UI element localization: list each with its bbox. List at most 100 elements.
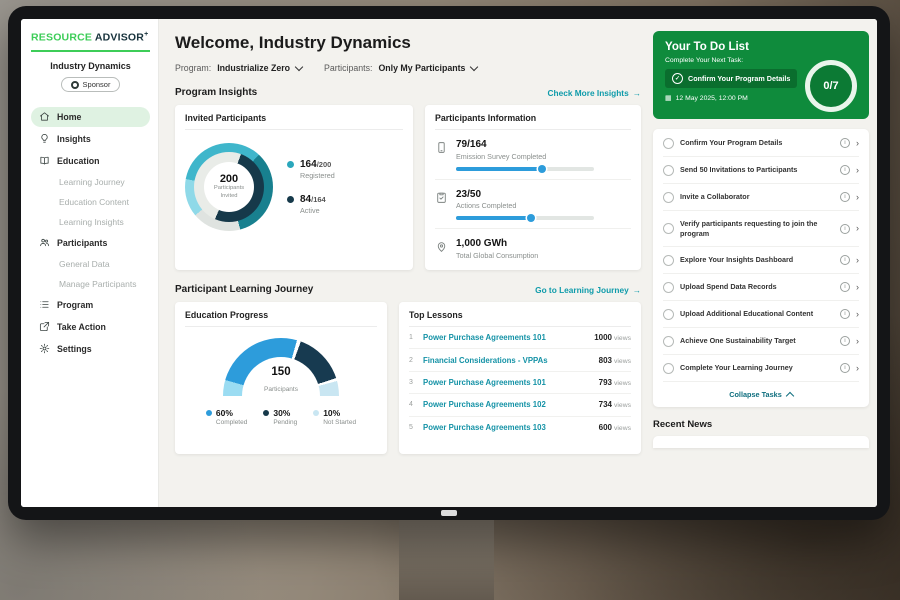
- task-checkbox[interactable]: [663, 336, 674, 347]
- lesson-row: 5 Power Purchase Agreements 103 600views: [409, 417, 631, 438]
- lesson-link[interactable]: Power Purchase Agreements 103: [423, 423, 592, 432]
- chevron-down-icon: [295, 62, 303, 70]
- monitor-bezel: RESOURCE ADVISOR+ Industry Dynamics Spon…: [8, 6, 890, 520]
- legend-dot: [287, 196, 294, 203]
- sidebar-item-label: Program: [57, 300, 93, 310]
- donut-center-label: Participants Invited: [211, 185, 247, 200]
- survey-device-icon: [435, 141, 448, 154]
- info-icon[interactable]: i: [840, 255, 850, 265]
- task-row-upload-spend-data[interactable]: Upload Spend Data Records i ›: [663, 274, 859, 301]
- chevron-right-icon: ›: [856, 337, 859, 346]
- sidebar-item-education[interactable]: Education: [31, 151, 150, 171]
- legend-item-completed: 60% Completed: [206, 408, 247, 426]
- program-insights-title: Program Insights: [175, 87, 257, 98]
- sidebar-item-take-action[interactable]: Take Action: [31, 317, 150, 337]
- task-row-verify-participants[interactable]: Verify participants requesting to join t…: [663, 211, 859, 247]
- arrow-right-icon: →: [633, 285, 641, 295]
- sponsor-badge-label: Sponsor: [83, 80, 111, 89]
- donut-center-value: 200: [220, 173, 238, 185]
- progress-bar: [456, 216, 594, 220]
- lesson-row: 3 Power Purchase Agreements 101 793views: [409, 372, 631, 394]
- task-list-card: Confirm Your Program Details i › Send 50…: [653, 129, 869, 407]
- task-row-confirm-program[interactable]: Confirm Your Program Details i ›: [663, 130, 859, 157]
- clipboard-check-icon: [435, 191, 448, 204]
- go-to-learning-journey-link[interactable]: Go to Learning Journey →: [535, 285, 641, 295]
- stat-actions-completed: 23/50 Actions Completed: [435, 180, 631, 230]
- task-checkbox[interactable]: [663, 282, 674, 293]
- sidebar-item-learning-insights[interactable]: Learning Insights: [31, 212, 150, 231]
- info-icon[interactable]: i: [840, 309, 850, 319]
- sponsor-icon: [71, 81, 79, 89]
- task-checkbox[interactable]: [663, 165, 674, 176]
- sidebar-item-participants[interactable]: Participants: [31, 233, 150, 253]
- legend-item-pending: 30% Pending: [263, 408, 297, 426]
- task-checkbox[interactable]: [663, 192, 674, 203]
- task-checkbox[interactable]: [663, 255, 674, 266]
- sponsor-badge[interactable]: Sponsor: [61, 77, 121, 92]
- logo-text-primary: RESOURCE: [31, 32, 92, 44]
- check-more-insights-link[interactable]: Check More Insights →: [548, 88, 641, 98]
- card-title: Invited Participants: [185, 113, 403, 130]
- sidebar: RESOURCE ADVISOR+ Industry Dynamics Spon…: [21, 19, 159, 507]
- card-title: Top Lessons: [409, 310, 631, 327]
- sidebar-item-general-data[interactable]: General Data: [31, 254, 150, 273]
- task-checkbox[interactable]: [663, 363, 674, 374]
- info-icon[interactable]: i: [840, 165, 850, 175]
- lesson-link[interactable]: Power Purchase Agreements 101: [423, 333, 587, 342]
- info-icon[interactable]: i: [840, 336, 850, 346]
- legend-dot: [206, 410, 212, 416]
- sidebar-item-settings[interactable]: Settings: [31, 339, 150, 359]
- chevron-right-icon: ›: [856, 283, 859, 292]
- org-name: Industry Dynamics: [31, 61, 150, 71]
- lesson-row: 1 Power Purchase Agreements 101 1000view…: [409, 327, 631, 349]
- task-checkbox[interactable]: [663, 223, 674, 234]
- sidebar-item-manage-participants[interactable]: Manage Participants: [31, 274, 150, 293]
- lesson-link[interactable]: Power Purchase Agreements 102: [423, 400, 592, 409]
- lesson-link[interactable]: Power Purchase Agreements 101: [423, 378, 592, 387]
- chevron-right-icon: ›: [856, 139, 859, 148]
- invited-participants-card: Invited Participants 200 Participants In…: [175, 105, 413, 270]
- participants-information-card: Participants Information 79/164 Emission…: [425, 105, 641, 270]
- next-task-pill[interactable]: ✓ Confirm Your Program Details: [665, 69, 797, 88]
- collapse-tasks-link[interactable]: Collapse Tasks: [663, 382, 859, 404]
- sidebar-item-learning-journey[interactable]: Learning Journey: [31, 172, 150, 191]
- info-icon[interactable]: i: [840, 363, 850, 373]
- book-icon: [39, 155, 50, 166]
- info-icon[interactable]: i: [840, 224, 850, 234]
- task-row-explore-insights[interactable]: Explore Your Insights Dashboard i ›: [663, 247, 859, 274]
- task-checkbox[interactable]: [663, 309, 674, 320]
- education-progress-card: Education Progress 150 Participants: [175, 302, 387, 454]
- list-icon: [39, 299, 50, 310]
- info-icon[interactable]: i: [840, 282, 850, 292]
- task-row-complete-learning-journey[interactable]: Complete Your Learning Journey i ›: [663, 355, 859, 382]
- todo-card: Your To Do List Complete Your Next Task:…: [653, 31, 869, 119]
- sidebar-item-education-content[interactable]: Education Content: [31, 192, 150, 211]
- task-checkbox[interactable]: [663, 138, 674, 149]
- sidebar-item-label: Take Action: [57, 322, 106, 332]
- info-icon[interactable]: i: [840, 192, 850, 202]
- people-icon: [39, 237, 50, 248]
- program-select[interactable]: Industrialize Zero: [217, 63, 302, 73]
- task-row-upload-educational-content[interactable]: Upload Additional Educational Content i …: [663, 301, 859, 328]
- lesson-link[interactable]: Financial Considerations - VPPAs: [423, 356, 592, 365]
- sidebar-item-program[interactable]: Program: [31, 295, 150, 315]
- chevron-right-icon: ›: [856, 364, 859, 373]
- task-row-achieve-target[interactable]: Achieve One Sustainability Target i ›: [663, 328, 859, 355]
- participants-filter-label: Participants:: [324, 63, 372, 73]
- legend-dot: [287, 161, 294, 168]
- chevron-right-icon: ›: [856, 310, 859, 319]
- lesson-row: 4 Power Purchase Agreements 102 734views: [409, 394, 631, 416]
- legend-item-active: 84/164 Active: [287, 194, 335, 215]
- progress-bar: [456, 167, 594, 171]
- sidebar-item-insights[interactable]: Insights: [31, 129, 150, 149]
- sidebar-item-label: Settings: [57, 344, 92, 354]
- task-row-invite-collaborator[interactable]: Invite a Collaborator i ›: [663, 184, 859, 211]
- todo-title: Your To Do List: [665, 41, 857, 53]
- participants-select[interactable]: Only My Participants: [378, 63, 477, 73]
- legend-item-not-started: 10% Not Started: [313, 408, 356, 426]
- task-row-send-invitations[interactable]: Send 50 Invitations to Participants i ›: [663, 157, 859, 184]
- sidebar-item-home[interactable]: Home: [31, 107, 150, 127]
- legend-dot: [313, 410, 319, 416]
- check-icon: ✓: [672, 73, 683, 84]
- info-icon[interactable]: i: [840, 138, 850, 148]
